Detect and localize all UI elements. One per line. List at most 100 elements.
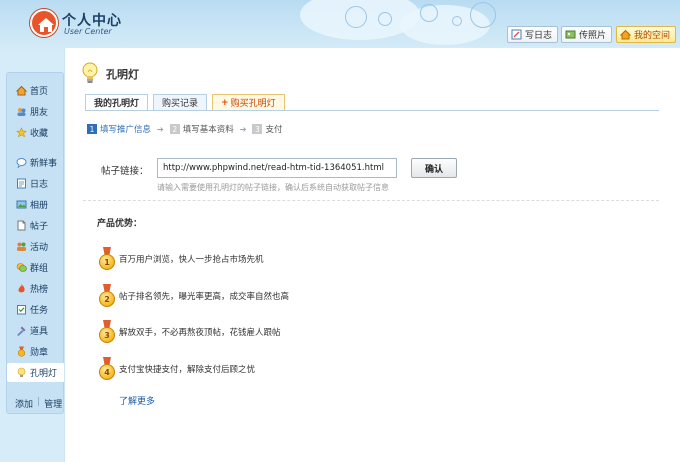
medal-icon: 1 (99, 247, 115, 271)
step-number: 3 (252, 124, 263, 134)
sidebar-item-label: 日志 (30, 180, 49, 190)
group-icon (16, 262, 27, 273)
advantage-item: 4 支付宝快捷支付，解除支付后顾之忧 (99, 357, 255, 381)
photo-icon (565, 29, 576, 40)
sidebar-item-label: 道具 (30, 327, 49, 337)
home-icon (619, 29, 632, 40)
sidebar-item-label: 群组 (30, 264, 49, 274)
sidebar-footer: 添加 | 管理 (15, 397, 62, 410)
page-title: 孔明灯 (106, 68, 139, 81)
star-icon (16, 127, 27, 138)
tab-buy-lantern[interactable]: + 购买孔明灯 (212, 94, 285, 110)
sidebar-item-news[interactable]: 新鲜事 (7, 153, 65, 172)
home-icon (15, 85, 28, 96)
tab-buy-lantern-label: 购买孔明灯 (230, 99, 276, 109)
sidebar-item-label: 勋章 (30, 348, 49, 358)
sidebar-item-label: 任务 (30, 306, 49, 316)
logo-house-icon[interactable] (30, 9, 58, 37)
upload-photo-button[interactable]: 传照片 (561, 26, 613, 43)
post-icon (16, 220, 27, 231)
tab-purchase-history[interactable]: 购买记录 (153, 94, 208, 110)
tab-divider (85, 110, 659, 111)
medal-icon: 3 (99, 320, 115, 344)
album-icon (16, 199, 27, 210)
my-space-button[interactable]: 我的空间 (616, 26, 677, 43)
sidebar-add-link[interactable]: 添加 (15, 397, 33, 410)
section-divider (83, 200, 659, 201)
advantages-title: 产品优势： (97, 219, 143, 229)
tab-bar: 我的孔明灯 购买记录 + 购买孔明灯 (85, 94, 285, 110)
sidebar-item-hot-list[interactable]: 热榜 (7, 279, 65, 298)
arrow-right-icon: ➔ (239, 124, 247, 134)
sidebar-item-label: 热榜 (30, 285, 49, 295)
write-journal-button[interactable]: 写日志 (507, 26, 559, 43)
sidebar-item-label: 帖子 (30, 222, 49, 232)
doodle-decoration (470, 2, 496, 28)
journal-icon (16, 178, 27, 189)
sidebar-item-label: 收藏 (30, 129, 49, 139)
advantage-text: 解放双手，不必再熬夜顶帖，花钱雇人跟帖 (119, 328, 281, 338)
my-space-label: 我的空间 (634, 31, 671, 41)
post-link-label: 帖子链接： (101, 166, 149, 177)
upload-photo-label: 传照片 (579, 31, 607, 41)
sidebar-item-label: 相册 (30, 201, 49, 211)
sidebar-item-groups[interactable]: 群组 (7, 258, 65, 277)
step-label: 填写推广信息 (100, 125, 152, 135)
sidebar-item-label: 新鲜事 (30, 159, 58, 169)
learn-more-link[interactable]: 了解更多 (119, 394, 155, 407)
doodle-decoration (452, 16, 462, 26)
sidebar-item-label: 首页 (30, 87, 49, 97)
medal-icon: 2 (99, 284, 115, 308)
advantage-text: 帖子排名领先，曝光率更高，成交率自然也高 (119, 292, 290, 302)
sidebar-manage-link[interactable]: 管理 (44, 397, 62, 410)
step-label: 填写基本资料 (182, 125, 234, 135)
sidebar-item-activity[interactable]: 活动 (7, 237, 65, 256)
sidebar-item-label: 活动 (30, 243, 49, 253)
speech-bubble-icon (16, 157, 27, 169)
step-number: 1 (87, 124, 97, 134)
sidebar-item-tasks[interactable]: 任务 (7, 300, 65, 319)
step-number: 2 (169, 124, 180, 134)
header: 个人中心 User Center 写日志 传照片 我的空间 (0, 0, 680, 52)
sidebar-item-label: 朋友 (30, 108, 49, 118)
sidebar-item-sky-lantern[interactable]: 孔明灯 (7, 363, 67, 382)
sidebar-item-posts[interactable]: 帖子 (7, 216, 65, 235)
sidebar-item-favorites[interactable]: 收藏 (7, 123, 65, 142)
input-hint: 请输入需要使用孔明灯的帖子链接，确认后系统自动获取帖子信息 (157, 183, 389, 192)
sidebar-item-label: 孔明灯 (30, 369, 58, 379)
friends-icon (16, 106, 27, 117)
sidebar-item-home[interactable]: 首页 (7, 81, 65, 100)
edit-icon (511, 29, 522, 40)
doodle-decoration (345, 6, 367, 28)
plus-icon: + (221, 97, 229, 108)
tab-my-lantern[interactable]: 我的孔明灯 (85, 94, 149, 110)
medal-icon (16, 346, 27, 357)
post-link-input[interactable] (157, 158, 397, 178)
sidebar-item-friends[interactable]: 朋友 (7, 102, 65, 121)
logo-subtitle: User Center (64, 27, 112, 36)
activity-icon (16, 241, 27, 252)
lightbulb-icon (81, 62, 99, 89)
confirm-button[interactable]: 确认 (411, 158, 457, 178)
task-icon (16, 304, 27, 315)
doodle-decoration (420, 4, 438, 22)
write-journal-label: 写日志 (525, 31, 553, 41)
advantage-item: 2 帖子排名领先，曝光率更高，成交率自然也高 (99, 284, 289, 308)
sidebar: 首页 朋友 收藏 新鲜事 日志 相册 帖子 活动 群组 热榜 任务 道具 勋章 … (6, 72, 67, 414)
main-panel: 孔明灯 我的孔明灯 购买记录 + 购买孔明灯 1 填写推广信息 ➔ 2 填写基本… (64, 48, 680, 462)
advantage-item: 3 解放双手，不必再熬夜顶帖，花钱雇人跟帖 (99, 320, 281, 344)
sidebar-item-album[interactable]: 相册 (7, 195, 65, 214)
sidebar-item-medals[interactable]: 勋章 (7, 342, 65, 361)
step-indicator: 1 填写推广信息 ➔ 2 填写基本资料 ➔ 3 支付 (87, 123, 282, 135)
advantage-text: 百万用户浏览，快人一步抢占市场先机 (119, 255, 264, 265)
lamp-icon (16, 367, 27, 378)
tool-icon (16, 325, 27, 336)
sidebar-item-journal[interactable]: 日志 (7, 174, 65, 193)
advantage-item: 1 百万用户浏览，快人一步抢占市场先机 (99, 247, 264, 271)
medal-icon: 4 (99, 357, 115, 381)
doodle-decoration (378, 12, 392, 26)
advantage-text: 支付宝快捷支付，解除支付后顾之忧 (119, 365, 256, 375)
hot-list-icon (16, 283, 27, 294)
sidebar-item-tools[interactable]: 道具 (7, 321, 65, 340)
sidebar-footer-separator: | (37, 397, 41, 407)
